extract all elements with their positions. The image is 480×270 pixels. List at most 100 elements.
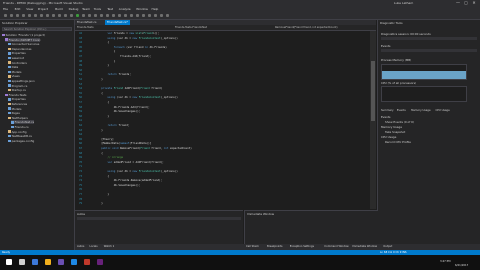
tree-item[interactable]: Friends (ASP.NET Core) xyxy=(5,37,41,42)
diagnostic-section-item[interactable]: Record CPU Profile xyxy=(385,140,411,144)
tree-item[interactable]: References xyxy=(8,102,27,106)
code-line[interactable]: } xyxy=(95,78,103,81)
menu-item-project[interactable]: Project xyxy=(38,7,48,11)
code-line[interactable]: db.SaveChanges(); xyxy=(95,110,141,113)
code-line[interactable]: using (var db = new FriendsContext(_opti… xyxy=(95,170,177,173)
code-line[interactable]: { xyxy=(95,50,116,53)
menu-item-edit[interactable]: Edit xyxy=(15,7,21,11)
code-line[interactable]: { xyxy=(95,101,109,104)
menu-item-file[interactable]: File xyxy=(3,7,8,11)
toolbar-button-icon[interactable] xyxy=(136,14,139,17)
toolbar-button-icon[interactable] xyxy=(160,14,163,17)
code-line[interactable]: var addedFriend = AddFriend(friend); xyxy=(95,161,163,164)
bottom-tab-locals[interactable]: Locals xyxy=(90,245,98,248)
toolbar-button-icon[interactable] xyxy=(130,14,133,17)
code-line[interactable]: using (var db = new FriendsContext(_opti… xyxy=(95,37,177,40)
toolbar-button-icon[interactable] xyxy=(76,14,79,17)
toolbar-button-icon[interactable] xyxy=(118,14,121,17)
bottom-tab-autos[interactable]: Autos xyxy=(77,245,84,248)
menu-item-view[interactable]: View xyxy=(26,7,33,11)
bottom-tab-immediate-window[interactable]: Immediate Window xyxy=(352,245,377,248)
bottom-tab-watch-1[interactable]: Watch 1 xyxy=(104,245,115,248)
toolbar-button-icon[interactable] xyxy=(52,14,55,17)
toolbar-button-icon[interactable] xyxy=(58,14,61,17)
toolbar-button-icon[interactable] xyxy=(64,14,67,17)
user-name[interactable]: Luke Latham xyxy=(394,1,413,5)
toolbar-button-icon[interactable] xyxy=(10,14,13,17)
toolbar-button-icon[interactable] xyxy=(22,14,25,17)
toolbar-button-icon[interactable] xyxy=(106,14,109,17)
tree-item[interactable]: Models xyxy=(8,107,21,111)
tree-item[interactable]: Properties xyxy=(8,51,26,55)
tree-item[interactable]: Controllers xyxy=(8,61,27,65)
tree-item[interactable]: Startup.cs xyxy=(8,88,26,92)
tree-item[interactable]: Pages xyxy=(8,111,20,115)
tree-item[interactable]: Friends.Tests xyxy=(5,93,27,97)
toolbar-button-icon[interactable] xyxy=(94,14,97,17)
scrollbar-thumb[interactable] xyxy=(371,61,375,121)
tree-item[interactable]: Solution 'Friends' (1 project) xyxy=(2,33,45,37)
code-line[interactable]: private Friend AddFriend(Friend friend) xyxy=(95,87,162,90)
bottom-tab-command-window[interactable]: Command Window xyxy=(324,245,348,248)
code-editor[interactable]: 42 var friends = new List<Friend>(); 43 u… xyxy=(75,31,376,209)
tree-item[interactable]: Program.cs xyxy=(8,84,27,88)
bottom-tab-call-stack[interactable]: Call Stack xyxy=(246,245,259,248)
code-line[interactable]: db.SaveChanges(); xyxy=(95,184,141,187)
taskbar-app-icon[interactable] xyxy=(58,259,64,265)
toolbar-button-icon[interactable] xyxy=(4,14,7,17)
menu-item-team[interactable]: Team xyxy=(82,7,90,11)
tree-item[interactable]: wwwroot xyxy=(8,56,24,60)
bottom-tab-output[interactable]: Output xyxy=(383,245,392,248)
tree-item[interactable]: TestBaseDB.cs xyxy=(8,134,32,138)
code-line[interactable]: // Arrange xyxy=(95,156,123,159)
taskbar-app-icon[interactable] xyxy=(32,259,38,265)
code-line[interactable]: foreach (var friend in db.Friends) xyxy=(95,46,167,49)
code-line[interactable]: { xyxy=(95,175,109,178)
tree-item[interactable]: Data xyxy=(8,65,18,69)
nav-member-dropdown[interactable]: RemoveFriend(Friend friend, int expected… xyxy=(275,26,337,29)
code-line[interactable]: } xyxy=(95,202,103,205)
taskbar-app-icon[interactable] xyxy=(71,259,77,265)
code-line[interactable]: } xyxy=(95,193,109,196)
code-line[interactable]: using (var db = new FriendsContext(_opti… xyxy=(95,96,177,99)
timeline-ruler[interactable] xyxy=(381,37,477,40)
bottom-tab-exception-settings[interactable]: Exception Settings xyxy=(290,245,314,248)
diagnostic-tab-summary[interactable]: Summary xyxy=(381,109,394,112)
code-line[interactable]: db.Friends.Remove(addedFriend); xyxy=(95,179,162,182)
tree-item[interactable]: FriendsTest.cs xyxy=(11,120,35,125)
toolbar-button-icon[interactable] xyxy=(46,14,49,17)
nav-project-dropdown[interactable]: Friends.Tests xyxy=(77,26,94,29)
code-line[interactable]: var friends = new List<Friend>(); xyxy=(95,32,159,35)
taskbar-app-icon[interactable] xyxy=(45,259,51,265)
diagnostic-section-item[interactable]: Show Events (0 of 0) xyxy=(385,120,414,124)
toolbar-button-icon[interactable] xyxy=(16,14,19,17)
tree-item[interactable]: Friends.cs xyxy=(11,125,29,129)
bottom-tab-breakpoints[interactable]: Breakpoints xyxy=(267,245,282,248)
code-line[interactable]: } xyxy=(95,64,109,67)
toolbar-button-icon[interactable] xyxy=(154,14,157,17)
code-line[interactable]: return friend; xyxy=(95,124,129,127)
tree-item[interactable]: Connected Services xyxy=(8,42,39,46)
menu-item-debug[interactable]: Debug xyxy=(69,7,79,11)
diagnostic-tab-events[interactable]: Events xyxy=(397,109,406,112)
code-line[interactable]: return friends; xyxy=(95,73,130,76)
taskbar-app-icon[interactable] xyxy=(97,259,103,265)
code-line[interactable]: [MemberData(nameof(FriendData))] xyxy=(95,142,151,145)
diagnostic-tab-cpu-usage[interactable]: CPU Usage xyxy=(436,109,450,112)
code-line[interactable]: } xyxy=(95,115,109,118)
code-line[interactable]: { xyxy=(95,41,109,44)
code-line[interactable]: public void RemoveFriend(Friend friend, … xyxy=(95,147,192,150)
toolbar-button-icon[interactable] xyxy=(142,14,145,17)
toolbar-button-icon[interactable] xyxy=(28,14,31,17)
code-line[interactable]: friends.Add(friend); xyxy=(95,55,151,58)
menu-item-test[interactable]: Test xyxy=(107,7,113,11)
tree-item[interactable]: appsettings.json xyxy=(8,79,35,83)
code-line[interactable]: } xyxy=(95,60,116,63)
tree-item[interactable]: Properties xyxy=(8,97,26,101)
code-line[interactable]: db.Friends.Add(friend); xyxy=(95,106,150,109)
toolbar-button-icon[interactable] xyxy=(70,14,73,17)
toolbar-button-icon[interactable] xyxy=(88,14,91,17)
start-icon[interactable] xyxy=(6,259,12,265)
editor-scrollbar[interactable] xyxy=(370,31,376,209)
solution-search-input[interactable]: Search Solution Explorer (Ctrl+;) xyxy=(2,27,72,31)
